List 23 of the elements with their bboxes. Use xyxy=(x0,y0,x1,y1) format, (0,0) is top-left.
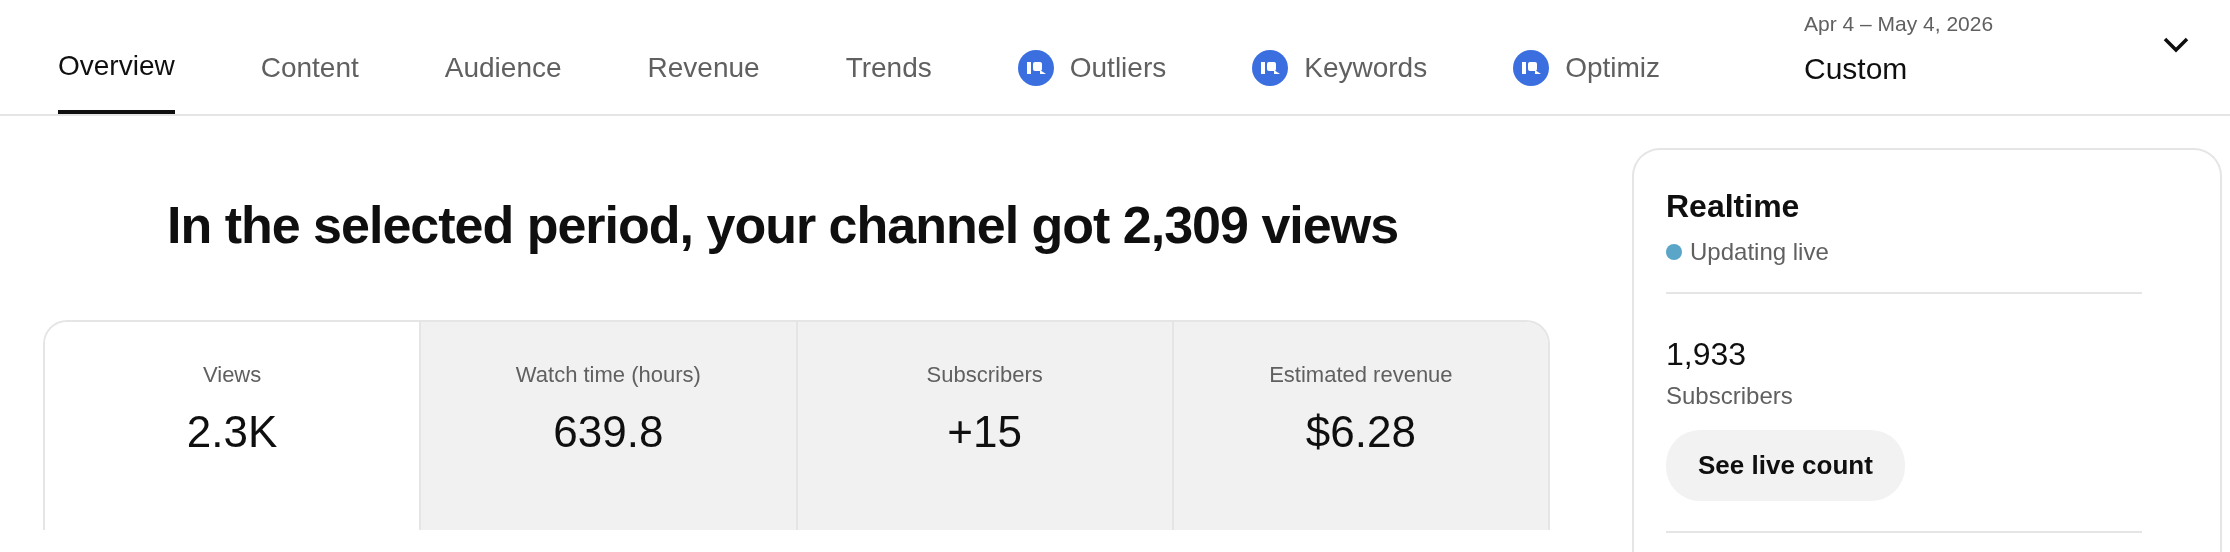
chevron-down-icon xyxy=(2162,36,2190,54)
tab[interactable]: Optimiz xyxy=(1513,0,1661,114)
count-label: Subscribers xyxy=(1666,381,1794,411)
date-range-value: Custom xyxy=(1804,50,1909,87)
round-logo-icon xyxy=(1513,50,1550,86)
metric-tab[interactable]: Watch time (hours) 639.8 xyxy=(419,322,796,530)
tab[interactable]: Overview xyxy=(58,0,175,114)
tab[interactable]: Audience xyxy=(444,0,562,114)
card-title: Realtime xyxy=(1666,187,1801,226)
see-live-count-button[interactable]: See live count xyxy=(1666,430,1905,501)
subscriber-count: 1,933 xyxy=(1666,335,1748,374)
round-logo-icon xyxy=(1017,50,1054,86)
tab[interactable]: Keywords xyxy=(1252,0,1428,114)
metric-tab[interactable]: Estimated revenue $6.28 xyxy=(1171,322,1548,530)
tab[interactable]: Revenue xyxy=(647,0,760,114)
status-text: Updating live xyxy=(1690,237,1829,267)
metric-tab[interactable]: Subscribers +15 xyxy=(795,322,1172,530)
headline: In the selected period, your channel got 2,309 views xyxy=(167,195,1400,256)
tab[interactable]: Outliers xyxy=(1017,0,1167,114)
round-logo-icon xyxy=(1252,50,1289,86)
tab[interactable]: Trends xyxy=(845,0,932,114)
tab[interactable]: Content xyxy=(260,0,359,114)
date-range-text: Apr 4 – May 4, 2026 xyxy=(1804,11,1994,37)
